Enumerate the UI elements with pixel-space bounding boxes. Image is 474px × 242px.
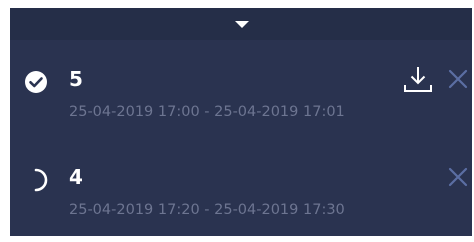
job-time-range: 25-04-2019 17:20 - 25-04-2019 17:30: [69, 202, 345, 218]
close-icon[interactable]: [447, 68, 469, 90]
loading-spinner-icon: [24, 168, 48, 192]
download-icon[interactable]: [402, 64, 434, 94]
list-item: 4 25-04-2019 17:20 - 25-04-2019 17:30: [10, 156, 472, 242]
panel-header: [10, 8, 472, 40]
job-number: 5: [69, 67, 83, 91]
caret-down-icon[interactable]: [235, 21, 249, 28]
job-number: 4: [69, 165, 83, 189]
close-icon[interactable]: [447, 166, 469, 188]
check-circle-icon: [24, 70, 48, 94]
list-item: 5 25-04-2019 17:00 - 25-04-2019 17:01: [10, 58, 472, 144]
job-time-range: 25-04-2019 17:00 - 25-04-2019 17:01: [69, 104, 345, 120]
jobs-panel: 5 25-04-2019 17:00 - 25-04-2019 17:01 4 …: [10, 8, 472, 236]
